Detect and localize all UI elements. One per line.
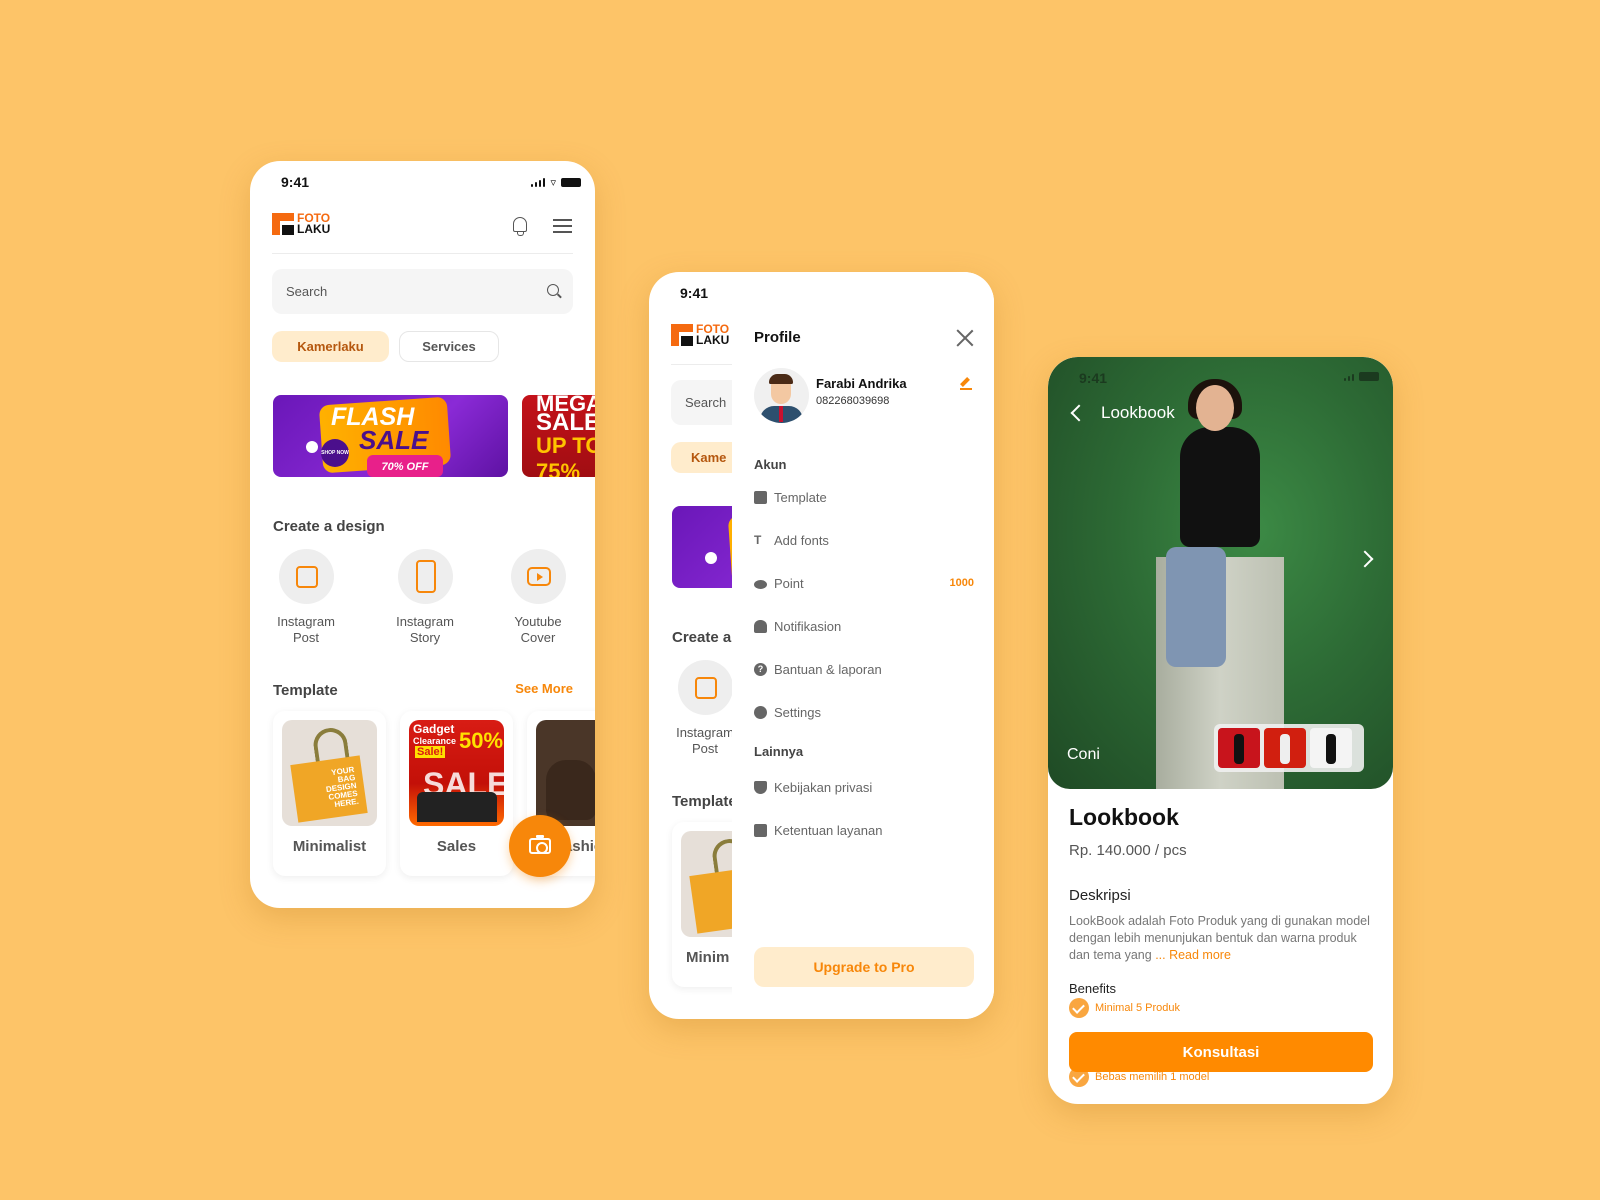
drawer-title: Profile (754, 329, 801, 346)
template-image: Gadget Clearance Sale! 50% SALE (409, 720, 504, 826)
next-chevron-icon[interactable] (1359, 550, 1373, 568)
menu-item-bantuan[interactable]: ? Bantuan & laporan (754, 659, 974, 679)
menu-item-notifikasion[interactable]: Notifikasion (754, 616, 974, 636)
bell-icon (754, 619, 767, 633)
point-value: 1000 (949, 577, 974, 589)
see-more-link[interactable]: See More (515, 681, 573, 696)
menu-item-ketentuan-layanan[interactable]: Ketentuan layanan (754, 820, 974, 840)
battery-icon (561, 178, 581, 187)
section-lainnya-title: Lainnya (754, 744, 804, 759)
menu-item-kebijakan-privasi[interactable]: Kebijakan privasi (754, 777, 974, 797)
fonts-icon: T (754, 532, 762, 547)
chip-services[interactable]: Services (399, 331, 499, 362)
bell-icon[interactable] (513, 217, 527, 236)
signal-icon (1343, 372, 1354, 381)
app-logo: FOTO LAKU (671, 323, 729, 346)
design-youtube-cover[interactable]: Youtube Cover (498, 549, 578, 646)
thumbnail[interactable] (1218, 728, 1260, 768)
read-more-link[interactable]: ... Read more (1155, 948, 1231, 962)
benefit-item: Minimal 5 Produk (1069, 998, 1180, 1018)
battery-icon (1359, 372, 1379, 381)
template-icon (754, 490, 767, 504)
close-icon[interactable] (956, 329, 974, 347)
chip-kamerlaku[interactable]: Kamerlaku (272, 331, 389, 362)
status-time: 9:41 (1079, 370, 1108, 386)
benefits-title: Benefits (1069, 981, 1116, 996)
user-name: Farabi Andrika (816, 376, 907, 391)
edit-pencil-icon[interactable] (960, 377, 972, 390)
template-card-sales[interactable]: Gadget Clearance Sale! 50% SALE Sales (400, 711, 513, 876)
design-instagram-post[interactable]: Instagram Post (266, 549, 346, 646)
wifi-icon: ▿ (550, 177, 556, 189)
create-design-title: Create a design (273, 518, 385, 535)
banner-mega-sale[interactable]: MEGA SALE UP TO 75% (522, 395, 595, 477)
template-card-minimalist[interactable]: YOUR BAG DESIGN COMES HERE. Minimalist (273, 711, 386, 876)
section-akun-title: Akun (754, 457, 787, 472)
header-divider (272, 253, 573, 254)
lookbook-hero-image: 9:41 Lookbook Coni (1048, 357, 1393, 789)
status-bar: 9:41 ▿ (250, 161, 595, 201)
play-icon (526, 567, 551, 586)
menu-item-add-fonts[interactable]: T Add fonts (754, 530, 974, 550)
home-screen: 9:41 ▿ FOTO LAKU Search Kamerlaku Service… (250, 161, 595, 908)
back-arrow-icon[interactable] (1070, 404, 1084, 422)
gear-icon (754, 705, 767, 719)
help-icon: ? (754, 662, 767, 676)
avatar (754, 368, 809, 423)
logo-mark-icon (272, 213, 294, 235)
shield-icon (754, 780, 767, 794)
menu-item-template[interactable]: Template (754, 487, 974, 507)
point-icon (754, 579, 767, 589)
konsultasi-button[interactable]: Konsultasi (1069, 1032, 1373, 1072)
document-icon (754, 823, 767, 837)
camera-fab-button[interactable] (509, 815, 571, 877)
description-text: LookBook adalah Foto Produk yang di guna… (1069, 914, 1370, 962)
search-placeholder: Search (286, 284, 328, 299)
thumbnail-strip (1214, 724, 1364, 772)
signal-icon (530, 178, 546, 187)
template-title: Template (273, 682, 338, 699)
user-phone: 082268039698 (816, 395, 890, 407)
background-home-partial: FOTO LAKU Search Kame Create a Instagram … (649, 272, 732, 1019)
camera-icon (529, 835, 551, 854)
template-image (536, 720, 595, 826)
banner-flash-sale[interactable]: FLASH SALE SHOP NOW 70% OFF (273, 395, 508, 477)
search-icon[interactable] (547, 284, 559, 296)
hamburger-menu-icon[interactable] (553, 219, 572, 233)
logo-mark-icon (671, 324, 693, 346)
product-price: Rp. 140.000 / pcs (1069, 842, 1187, 859)
menu-item-settings[interactable]: Settings (754, 702, 974, 722)
thumbnail[interactable] (1310, 728, 1352, 768)
model-name: Coni (1067, 746, 1100, 763)
portrait-rect-icon (415, 560, 436, 593)
search-input[interactable]: Search (272, 269, 573, 314)
lookbook-screen: 9:41 Lookbook Coni Lookbook Rp. 140.000 … (1048, 357, 1393, 1104)
status-time: 9:41 (281, 174, 310, 190)
app-logo[interactable]: FOTO LAKU (272, 212, 330, 235)
menu-item-point[interactable]: Point 1000 (754, 573, 974, 593)
square-icon (295, 566, 318, 588)
header-title: Lookbook (1101, 403, 1175, 422)
profile-screen: 9:41 FOTO LAKU Search Kame Create a Insta… (649, 272, 994, 1019)
check-icon (1069, 998, 1089, 1018)
product-title: Lookbook (1069, 804, 1179, 830)
profile-drawer: Profile Farabi Andrika 082268039698 Akun… (732, 272, 994, 1019)
thumbnail[interactable] (1264, 728, 1306, 768)
upgrade-to-pro-button[interactable]: Upgrade to Pro (754, 947, 974, 987)
design-instagram-story[interactable]: Instagram Story (385, 549, 465, 646)
template-image: YOUR BAG DESIGN COMES HERE. (282, 720, 377, 826)
description-title: Deskripsi (1069, 887, 1131, 904)
